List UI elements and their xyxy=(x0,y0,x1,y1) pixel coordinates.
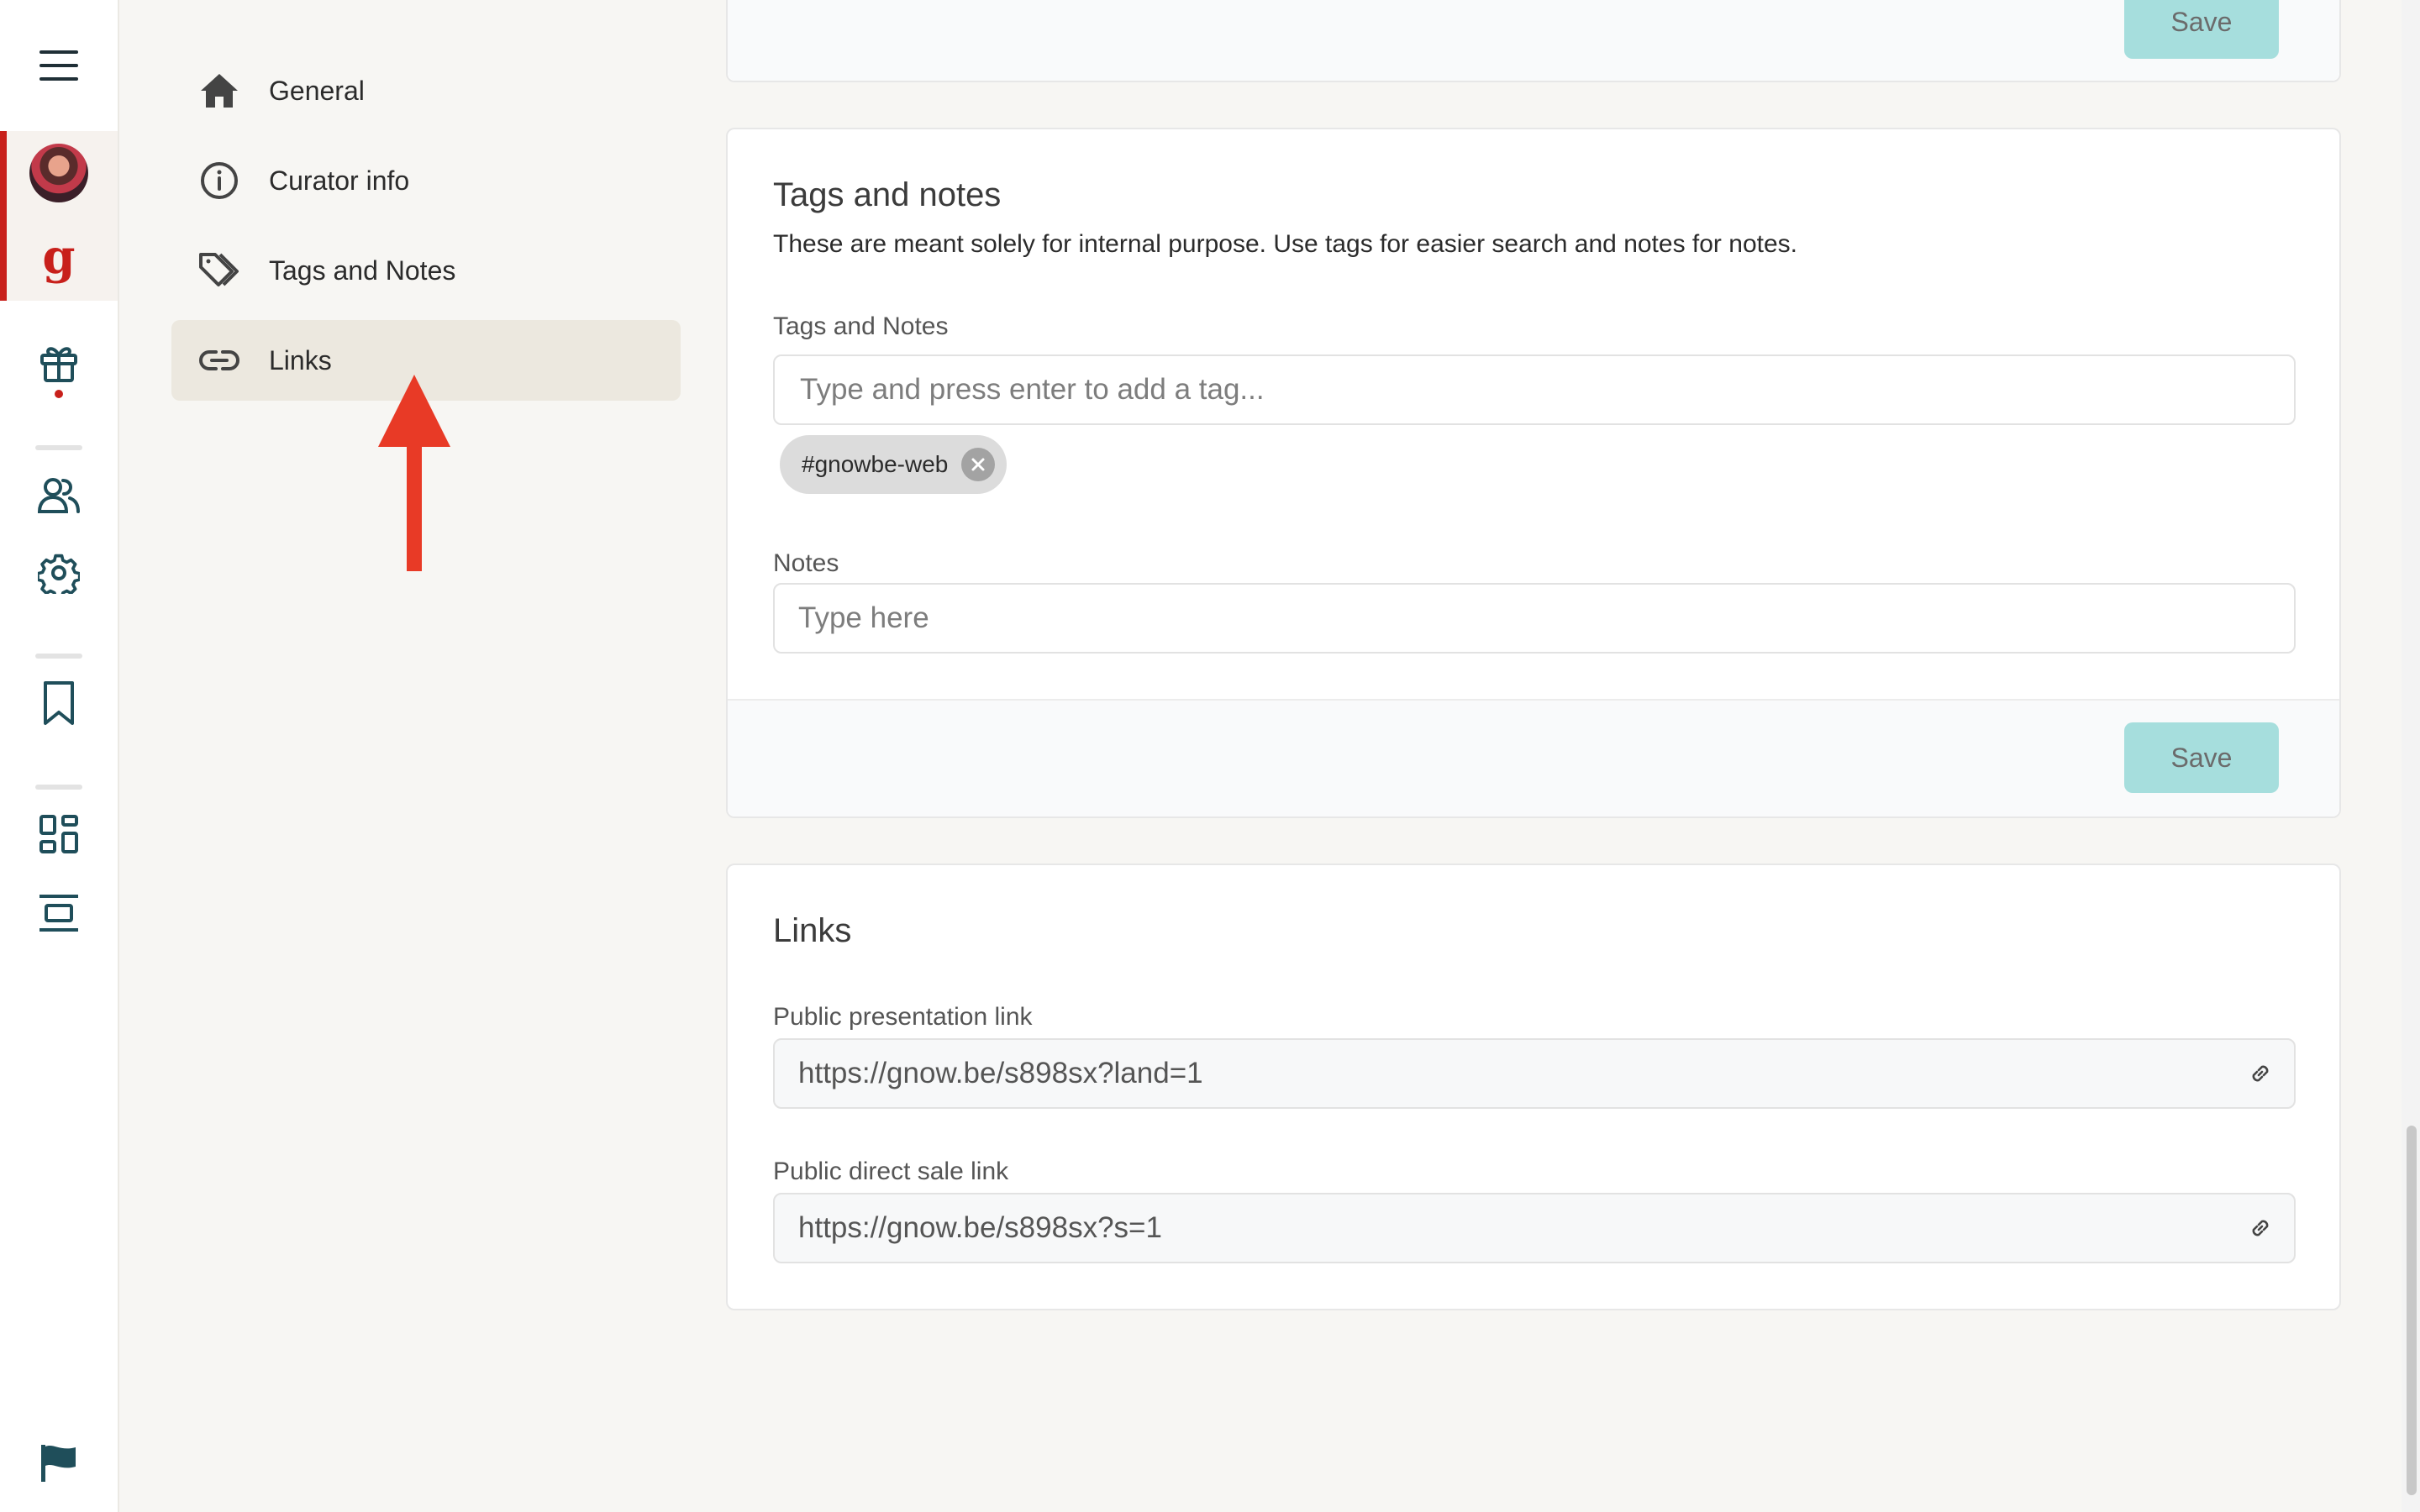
app-logo-button[interactable]: g xyxy=(0,227,118,287)
subnav-item-label: Tags and Notes xyxy=(269,255,456,286)
tag-chip: #gnowbe-web xyxy=(780,435,1007,494)
card-title: Links xyxy=(773,912,852,949)
tags-field xyxy=(773,354,2296,425)
presentation-link-value: https://gnow.be/s898sx?land=1 xyxy=(798,1057,1203,1089)
notes-label: Notes xyxy=(773,549,839,577)
scrollbar-thumb[interactable] xyxy=(2407,1126,2417,1495)
link-icon xyxy=(198,339,240,381)
subnav-item-general[interactable]: General xyxy=(171,50,681,131)
presentation-link-label: Public presentation link xyxy=(773,1003,1033,1031)
card-title: Tags and notes xyxy=(773,176,1002,213)
hamburger-menu-icon[interactable] xyxy=(0,37,118,94)
subnav-item-label: Links xyxy=(269,344,332,375)
red-arrow-up-icon xyxy=(378,375,450,571)
icon-rail: g xyxy=(0,0,119,1512)
layout-icon[interactable] xyxy=(0,890,118,936)
card-footer: Save xyxy=(728,0,2339,81)
tags-input[interactable] xyxy=(775,373,2294,407)
gift-icon[interactable] xyxy=(0,339,118,386)
gnowbe-logo: g xyxy=(42,229,76,285)
home-icon xyxy=(198,70,240,112)
links-card: Links Public presentation link https://g… xyxy=(726,864,2341,1310)
flag-icon[interactable] xyxy=(0,1440,118,1487)
presentation-link-field[interactable]: https://gnow.be/s898sx?land=1 xyxy=(773,1038,2296,1109)
subnav-item-label: General xyxy=(269,75,365,106)
user-avatar-button[interactable] xyxy=(0,143,118,203)
tag-icon xyxy=(198,249,240,291)
notes-field xyxy=(773,583,2296,654)
save-button[interactable]: Save xyxy=(2124,722,2279,793)
tags-notes-card: Tags and notes These are meant solely fo… xyxy=(726,128,2341,818)
dashboard-grid-icon[interactable] xyxy=(0,811,118,857)
direct-sale-link-label: Public direct sale link xyxy=(773,1158,1009,1185)
subnav-item-label: Curator info xyxy=(269,165,410,196)
save-button[interactable]: Save xyxy=(2124,0,2279,59)
copy-link-icon[interactable] xyxy=(2244,1211,2277,1245)
rail-divider xyxy=(35,654,82,659)
previous-section-card: Save xyxy=(726,0,2341,82)
card-description: These are meant solely for internal purp… xyxy=(773,230,1797,258)
page-scrollbar[interactable] xyxy=(2402,0,2420,1512)
tags-label: Tags and Notes xyxy=(773,312,949,340)
subnav-item-curator-info[interactable]: Curator info xyxy=(171,140,681,221)
remove-tag-icon[interactable] xyxy=(961,448,996,481)
rail-divider xyxy=(35,785,82,790)
notes-input[interactable] xyxy=(775,601,2294,635)
tag-chip-label: #gnowbe-web xyxy=(802,451,949,477)
direct-sale-link-field[interactable]: https://gnow.be/s898sx?s=1 xyxy=(773,1193,2296,1263)
info-icon xyxy=(198,160,240,202)
settings-gear-icon[interactable] xyxy=(0,549,118,596)
notification-dot xyxy=(55,390,63,398)
direct-sale-link-value: https://gnow.be/s898sx?s=1 xyxy=(798,1211,1162,1244)
bookmark-icon[interactable] xyxy=(0,679,118,727)
settings-subnav: General Curator info Tags and Notes Link… xyxy=(171,50,681,410)
rail-divider xyxy=(35,445,82,450)
users-icon[interactable] xyxy=(0,472,118,519)
subnav-item-tags-and-notes[interactable]: Tags and Notes xyxy=(171,230,681,311)
card-footer: Save xyxy=(728,699,2339,816)
avatar xyxy=(29,144,88,202)
copy-link-icon[interactable] xyxy=(2244,1057,2277,1090)
